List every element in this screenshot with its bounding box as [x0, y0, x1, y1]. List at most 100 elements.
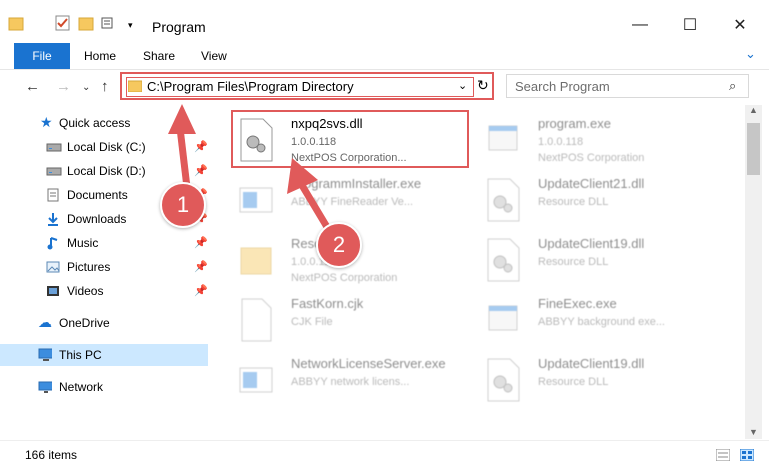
- sidebar-item-label: This PC: [59, 348, 102, 362]
- scroll-up-icon[interactable]: ▲: [749, 105, 758, 115]
- exe-icon: [486, 118, 520, 162]
- pin-icon[interactable]: 📌: [194, 284, 208, 297]
- up-icon[interactable]: ↑: [101, 78, 109, 95]
- dll-icon: [486, 358, 520, 402]
- sidebar-item-local-disk-c[interactable]: Local Disk (C:) 📌: [0, 136, 208, 158]
- file-item[interactable]: UpdateClient19.dll Resource DLL: [478, 230, 723, 288]
- maximize-button[interactable]: ☐: [667, 10, 713, 40]
- dll-icon: [486, 178, 520, 222]
- back-icon[interactable]: ←: [25, 78, 40, 95]
- sidebar-item-label: Pictures: [67, 260, 111, 274]
- file-item[interactable]: program.exe 1.0.0.118 NextPOS Corporation: [478, 110, 723, 168]
- file-icon: [239, 298, 273, 342]
- file-detail: Resource DLL: [538, 376, 609, 388]
- file-name: program.exe: [538, 116, 611, 131]
- address-bar[interactable]: C:\Program Files\Program Directory ⌄ ↻: [120, 72, 494, 100]
- file-item[interactable]: FineExec.exe ABBYY background exe...: [478, 290, 723, 348]
- file-company: NextPOS Corporation: [538, 152, 645, 164]
- sidebar-item-onedrive[interactable]: ☁ OneDrive: [0, 312, 208, 334]
- drive-icon: [46, 164, 62, 178]
- sidebar-item-local-disk-d[interactable]: Local Disk (D:) 📌: [0, 160, 208, 182]
- file-detail: ABBYY background exe...: [538, 316, 665, 328]
- file-name: FastKorn.cjk: [291, 296, 364, 311]
- minimize-button[interactable]: —: [617, 10, 663, 40]
- file-detail: ABBYY FineReader Ve...: [291, 196, 414, 208]
- file-name: ProgrammInstaller.exe: [291, 176, 422, 191]
- sidebar-item-network[interactable]: Network: [0, 376, 208, 398]
- tab-share[interactable]: Share: [143, 49, 175, 63]
- sidebar-item-label: Network: [59, 380, 104, 394]
- tab-view[interactable]: View: [201, 49, 227, 63]
- sidebar-item-label: OneDrive: [59, 316, 110, 330]
- tab-file[interactable]: File: [14, 43, 70, 69]
- dll-icon: [486, 238, 520, 282]
- pin-icon[interactable]: 📌: [194, 140, 208, 153]
- close-button[interactable]: ✕: [717, 10, 763, 40]
- sidebar-item-label: Documents: [67, 188, 128, 202]
- sidebar-item-music[interactable]: Music 📌: [0, 232, 208, 254]
- file-name: UpdateClient21.dll: [538, 176, 645, 191]
- cloud-icon: ☁: [38, 314, 52, 330]
- refresh-icon[interactable]: ↻: [477, 77, 489, 94]
- network-icon: [38, 381, 52, 393]
- ribbon: File Home Share View ⌄: [0, 43, 769, 70]
- sidebar-item-label: Local Disk (D:): [67, 164, 146, 178]
- scrollbar-thumb[interactable]: [747, 123, 760, 175]
- pin-icon[interactable]: 📌: [194, 260, 208, 273]
- file-item[interactable]: NetworkLicenseServer.exe ABBYY network li…: [231, 350, 476, 408]
- sidebar-item-label: Videos: [67, 284, 104, 298]
- music-icon: [46, 236, 60, 250]
- sidebar-item-pictures[interactable]: Pictures 📌: [0, 256, 208, 278]
- pin-icon[interactable]: 📌: [194, 164, 208, 177]
- search-input[interactable]: Search Program ⌕: [506, 74, 749, 98]
- file-name: FineExec.exe: [538, 296, 617, 311]
- address-path[interactable]: C:\Program Files\Program Directory: [147, 79, 354, 94]
- sidebar-item-label: Quick access: [59, 116, 131, 130]
- folder-icon: [8, 17, 24, 31]
- details-view-icon[interactable]: [716, 449, 730, 461]
- new-folder-icon[interactable]: [78, 14, 94, 32]
- file-name: NetworkLicenseServer.exe: [291, 356, 446, 371]
- file-name: UpdateClient19.dll: [538, 236, 645, 251]
- item-count: 166 items: [25, 448, 78, 462]
- file-item[interactable]: UpdateClient21.dll Resource DLL: [478, 170, 723, 228]
- videos-icon: [46, 284, 60, 298]
- installer-icon: [239, 178, 273, 222]
- file-item[interactable]: UpdateClient19.dll Resource DLL: [478, 350, 723, 408]
- file-detail: CJK File: [291, 316, 333, 328]
- sidebar-item-quick-access[interactable]: ★ Quick access: [0, 112, 208, 134]
- sidebar-item-label: Local Disk (C:): [67, 140, 146, 154]
- navigation-pane: ★ Quick access Local Disk (C:) 📌 Local Dis…: [0, 108, 210, 438]
- file-item[interactable]: FastKorn.cjk CJK File: [231, 290, 476, 348]
- pictures-icon: [46, 260, 60, 274]
- file-detail: ABBYY network licens...: [291, 376, 410, 388]
- exe-icon: [486, 298, 520, 342]
- tab-home[interactable]: Home: [84, 49, 116, 63]
- scroll-down-icon[interactable]: ▼: [749, 427, 758, 437]
- sidebar-item-label: Downloads: [67, 212, 127, 226]
- search-icon[interactable]: ⌕: [729, 78, 736, 94]
- file-detail: 1.0.0.118: [538, 136, 584, 148]
- address-dropdown-icon[interactable]: ⌄: [458, 79, 467, 92]
- status-bar: 166 items: [0, 440, 769, 474]
- forward-icon[interactable]: →: [56, 78, 71, 95]
- properties-icon[interactable]: [54, 14, 72, 32]
- qa-dropdown-icon[interactable]: ▾: [128, 20, 133, 38]
- file-detail: Resource DLL: [538, 256, 609, 268]
- pin-icon[interactable]: 📌: [194, 236, 208, 249]
- callout-two: 2: [316, 222, 362, 268]
- file-item[interactable]: ProgrammInstaller.exe ABBYY FineReader Ve…: [231, 170, 476, 228]
- search-placeholder: Search Program: [515, 79, 610, 94]
- file-company: NextPOS Corporation: [291, 272, 398, 284]
- star-icon: ★: [40, 114, 53, 130]
- drive-icon: [46, 140, 62, 154]
- sidebar-item-thispc[interactable]: This PC: [0, 344, 208, 366]
- ribbon-expand-icon[interactable]: ⌄: [745, 46, 756, 62]
- folder-icon: [128, 80, 142, 92]
- vertical-scrollbar[interactable]: ▲ ▼: [745, 105, 762, 439]
- recent-locations-icon[interactable]: ⌄: [82, 82, 90, 93]
- file-detail: Resource DLL: [538, 196, 609, 208]
- customize-icon[interactable]: [100, 14, 118, 32]
- sidebar-item-videos[interactable]: Videos 📌: [0, 280, 208, 302]
- large-icons-view-icon[interactable]: [740, 449, 754, 461]
